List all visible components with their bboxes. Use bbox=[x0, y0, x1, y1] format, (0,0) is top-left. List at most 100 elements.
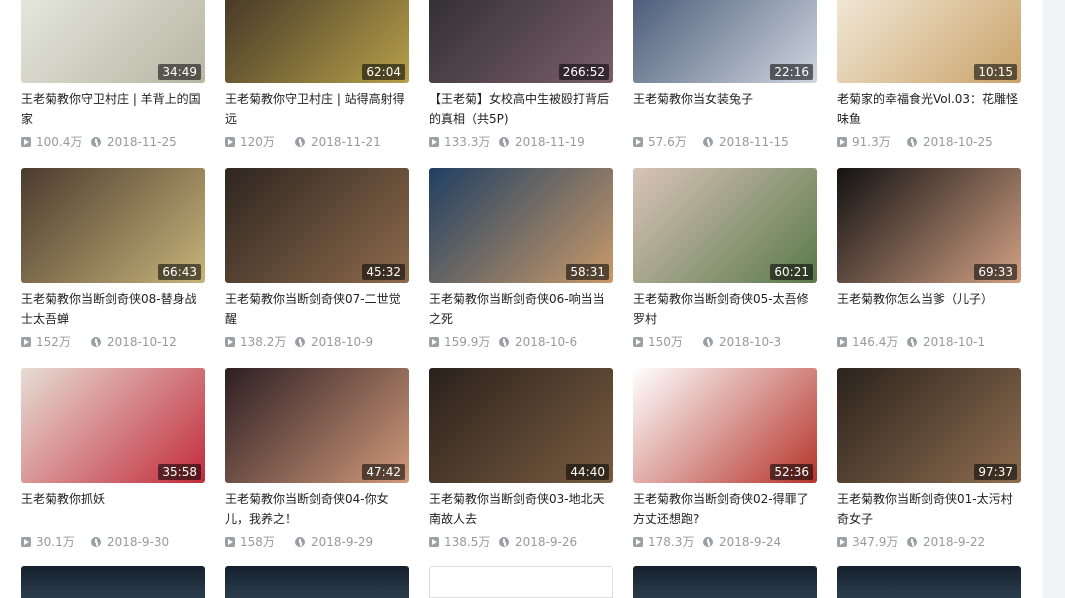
video-card[interactable]: 69:33 王老菊教你怎么当爹（儿子） 146.4万 2018-10-1 bbox=[837, 168, 1021, 351]
view-count-text: 30.1万 bbox=[36, 535, 75, 549]
video-duration: 10:15 bbox=[974, 64, 1017, 80]
play-count-icon bbox=[21, 537, 31, 547]
upload-date-text: 2018-9-26 bbox=[515, 535, 578, 549]
video-title[interactable]: 王老菊教你当女装兔子 bbox=[633, 89, 817, 129]
view-count-text: 146.4万 bbox=[852, 335, 899, 349]
video-thumbnail[interactable]: 52:36 bbox=[633, 368, 817, 483]
video-thumbnail[interactable]: 62:04 bbox=[225, 0, 409, 83]
video-card[interactable]: 34:49 王老菊教你守卫村庄 | 羊背上的国家 100.4万 2018-11-25 bbox=[21, 0, 205, 151]
upload-date: 2018-10-9 bbox=[295, 333, 373, 351]
video-thumbnail[interactable]: 66:43 bbox=[21, 168, 205, 283]
video-card[interactable]: 10:15 老菊家的幸福食光Vol.03：花雕怪味鱼 91.3万 2018-10-25 bbox=[837, 0, 1021, 151]
video-title[interactable]: 王老菊教你当断剑奇侠04-你女儿，我养之！ bbox=[225, 489, 409, 529]
upload-date-text: 2018-10-25 bbox=[923, 135, 993, 149]
video-thumbnail[interactable]: 69:33 bbox=[837, 168, 1021, 283]
video-thumbnail[interactable]: 44:40 bbox=[429, 368, 613, 483]
play-count-icon bbox=[225, 137, 235, 147]
video-card[interactable]: 62:04 王老菊教你守卫村庄 | 站得高射得远 120万 2018-11-21 bbox=[225, 0, 409, 151]
video-card[interactable]: 22:16 王老菊教你当女装兔子 57.6万 2018-11-15 bbox=[633, 0, 817, 151]
video-card[interactable]: 52:36 王老菊教你当断剑奇侠02-得罪了方丈还想跑? 178.3万 2018-9-… bbox=[633, 368, 817, 551]
video-card[interactable]: 266:52 【王老菊】女校高中生被殴打背后的真相（共5P) 133.3万 2018-… bbox=[429, 0, 613, 151]
view-count: 178.3万 bbox=[633, 533, 703, 551]
video-title[interactable]: 王老菊教你当断剑奇侠07-二世觉醒 bbox=[225, 289, 409, 329]
view-count-text: 57.6万 bbox=[648, 135, 687, 149]
video-meta: 30.1万 2018-9-30 bbox=[21, 533, 205, 551]
video-thumbnail-partial[interactable] bbox=[429, 566, 613, 598]
view-count: 158万 bbox=[225, 533, 295, 551]
upload-date: 2018-10-25 bbox=[907, 133, 993, 151]
video-thumbnail[interactable]: 34:49 bbox=[21, 0, 205, 83]
video-meta: 91.3万 2018-10-25 bbox=[837, 133, 1021, 151]
clock-icon bbox=[295, 537, 305, 547]
video-title[interactable]: 王老菊教你当断剑奇侠06-响当当之死 bbox=[429, 289, 613, 329]
video-title[interactable]: 王老菊教你当断剑奇侠03-地北天南故人去 bbox=[429, 489, 613, 529]
upload-date-text: 2018-9-24 bbox=[719, 535, 782, 549]
video-title[interactable]: 王老菊教你守卫村庄 | 羊背上的国家 bbox=[21, 89, 205, 129]
clock-icon bbox=[499, 337, 509, 347]
view-count-text: 91.3万 bbox=[852, 135, 891, 149]
video-thumbnail[interactable]: 22:16 bbox=[633, 0, 817, 83]
video-title[interactable]: 【王老菊】女校高中生被殴打背后的真相（共5P) bbox=[429, 89, 613, 129]
upload-date-text: 2018-10-6 bbox=[515, 335, 578, 349]
video-thumbnail[interactable]: 47:42 bbox=[225, 368, 409, 483]
video-title[interactable]: 王老菊教你当断剑奇侠02-得罪了方丈还想跑? bbox=[633, 489, 817, 529]
video-thumbnail[interactable]: 10:15 bbox=[837, 0, 1021, 83]
view-count-text: 152万 bbox=[36, 335, 71, 349]
video-duration: 44:40 bbox=[566, 464, 609, 480]
upload-date-text: 2018-11-25 bbox=[107, 135, 177, 149]
video-thumbnail[interactable]: 266:52 bbox=[429, 0, 613, 83]
video-card[interactable]: 58:31 王老菊教你当断剑奇侠06-响当当之死 159.9万 2018-10-6 bbox=[429, 168, 613, 351]
view-count: 133.3万 bbox=[429, 133, 499, 151]
upload-date: 2018-11-21 bbox=[295, 133, 381, 151]
video-duration: 45:32 bbox=[362, 264, 405, 280]
video-card[interactable]: 45:32 王老菊教你当断剑奇侠07-二世觉醒 138.2万 2018-10-9 bbox=[225, 168, 409, 351]
view-count: 30.1万 bbox=[21, 533, 91, 551]
video-thumbnail[interactable]: 58:31 bbox=[429, 168, 613, 283]
upload-date-text: 2018-9-22 bbox=[923, 535, 986, 549]
view-count: 152万 bbox=[21, 333, 91, 351]
video-card[interactable]: 97:37 王老菊教你当断剑奇侠01-太污村奇女子 347.9万 2018-9-22 bbox=[837, 368, 1021, 551]
video-thumbnail-partial[interactable] bbox=[633, 566, 817, 598]
video-title[interactable]: 王老菊教你守卫村庄 | 站得高射得远 bbox=[225, 89, 409, 129]
video-thumbnail-partial[interactable] bbox=[837, 566, 1021, 598]
video-title[interactable]: 老菊家的幸福食光Vol.03：花雕怪味鱼 bbox=[837, 89, 1021, 129]
video-meta: 146.4万 2018-10-1 bbox=[837, 333, 1021, 351]
video-thumbnail[interactable]: 97:37 bbox=[837, 368, 1021, 483]
video-title[interactable]: 王老菊教你当断剑奇侠08-替身战士太吾蝉 bbox=[21, 289, 205, 329]
play-count-icon bbox=[429, 337, 439, 347]
video-duration: 60:21 bbox=[770, 264, 813, 280]
video-card[interactable]: 44:40 王老菊教你当断剑奇侠03-地北天南故人去 138.5万 2018-9-26 bbox=[429, 368, 613, 551]
view-count: 120万 bbox=[225, 133, 295, 151]
view-count: 138.2万 bbox=[225, 333, 295, 351]
video-thumbnail-partial[interactable] bbox=[225, 566, 409, 598]
upload-date: 2018-10-3 bbox=[703, 333, 781, 351]
video-title[interactable]: 王老菊教你当断剑奇侠05-太吾修罗村 bbox=[633, 289, 817, 329]
view-count-text: 120万 bbox=[240, 135, 275, 149]
video-duration: 62:04 bbox=[362, 64, 405, 80]
video-thumbnail-partial[interactable] bbox=[21, 566, 205, 598]
video-title[interactable]: 王老菊教你抓妖 bbox=[21, 489, 205, 529]
upload-date-text: 2018-11-15 bbox=[719, 135, 789, 149]
video-card[interactable]: 35:58 王老菊教你抓妖 30.1万 2018-9-30 bbox=[21, 368, 205, 551]
video-card[interactable]: 47:42 王老菊教你当断剑奇侠04-你女儿，我养之！ 158万 2018-9-29 bbox=[225, 368, 409, 551]
video-duration: 35:58 bbox=[158, 464, 201, 480]
upload-date: 2018-10-1 bbox=[907, 333, 985, 351]
video-thumbnail[interactable]: 60:21 bbox=[633, 168, 817, 283]
upload-date-text: 2018-10-12 bbox=[107, 335, 177, 349]
video-thumbnail[interactable]: 35:58 bbox=[21, 368, 205, 483]
view-count: 138.5万 bbox=[429, 533, 499, 551]
clock-icon bbox=[91, 537, 101, 547]
video-card[interactable]: 60:21 王老菊教你当断剑奇侠05-太吾修罗村 150万 2018-10-3 bbox=[633, 168, 817, 351]
scrollbar-track[interactable] bbox=[1043, 0, 1065, 598]
video-duration: 97:37 bbox=[974, 464, 1017, 480]
video-title[interactable]: 王老菊教你怎么当爹（儿子） bbox=[837, 289, 1021, 329]
video-card[interactable]: 66:43 王老菊教你当断剑奇侠08-替身战士太吾蝉 152万 2018-10-12 bbox=[21, 168, 205, 351]
upload-date: 2018-10-12 bbox=[91, 333, 177, 351]
clock-icon bbox=[907, 337, 917, 347]
view-count: 347.9万 bbox=[837, 533, 907, 551]
video-thumbnail[interactable]: 45:32 bbox=[225, 168, 409, 283]
view-count: 159.9万 bbox=[429, 333, 499, 351]
clock-icon bbox=[295, 137, 305, 147]
video-meta: 152万 2018-10-12 bbox=[21, 333, 205, 351]
video-title[interactable]: 王老菊教你当断剑奇侠01-太污村奇女子 bbox=[837, 489, 1021, 529]
